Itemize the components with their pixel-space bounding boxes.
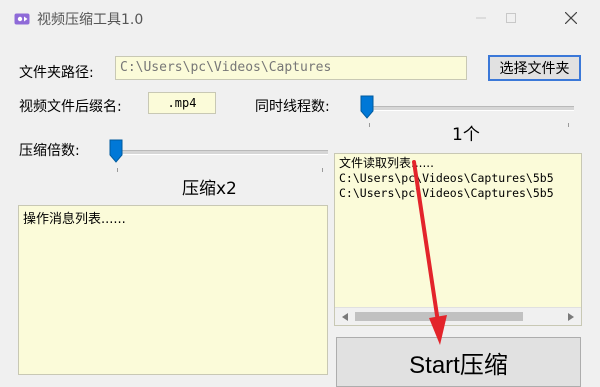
folder-path-label: 文件夹路径: [19, 65, 94, 81]
video-app-icon [14, 11, 30, 25]
choose-folder-button[interactable]: 选择文件夹 [488, 55, 581, 81]
file-read-list-content: 文件读取列表...... C:\Users\pc\Videos\Captures… [339, 156, 554, 201]
threads-slider-track[interactable] [362, 106, 574, 111]
file-list-item[interactable]: C:\Users\pc\Videos\Captures\5b5 [339, 171, 554, 186]
operation-messages-list[interactable]: 操作消息列表...... [18, 205, 328, 375]
compress-value: 压缩x2 [182, 179, 237, 199]
scrollbar-thumb[interactable] [355, 312, 523, 321]
start-compress-button[interactable]: Start压缩 [336, 337, 581, 387]
operation-messages-header: 操作消息列表...... [23, 212, 126, 227]
compress-slider-tick [117, 168, 118, 172]
compress-slider-thumb[interactable] [109, 139, 123, 163]
threads-slider-tick [369, 123, 370, 127]
threads-label: 同时线程数: [255, 99, 330, 115]
window-title: 视频压缩工具1.0 [37, 12, 144, 28]
compress-slider-track[interactable] [112, 150, 328, 155]
file-read-list[interactable]: 文件读取列表...... C:\Users\pc\Videos\Captures… [334, 153, 582, 326]
horizontal-scrollbar[interactable] [335, 307, 581, 325]
folder-path-input[interactable]: C:\Users\pc\Videos\Captures [115, 56, 467, 80]
video-ext-label: 视频文件后缀名: [19, 99, 122, 115]
file-list-item[interactable]: C:\Users\pc\Videos\Captures\5b5 [339, 186, 554, 201]
compress-ratio-label: 压缩倍数: [19, 143, 80, 159]
threads-value: 1个 [452, 125, 480, 145]
compress-slider-tick [322, 168, 323, 172]
video-ext-input[interactable]: .mp4 [148, 92, 216, 114]
threads-slider-tick [568, 123, 569, 127]
maximize-icon[interactable] [488, 4, 534, 32]
scroll-left-arrow-icon[interactable] [337, 308, 353, 325]
file-read-list-header: 文件读取列表...... [339, 156, 434, 170]
close-icon[interactable] [548, 4, 594, 32]
threads-slider-thumb[interactable] [360, 95, 374, 119]
scroll-right-arrow-icon[interactable] [563, 308, 579, 325]
